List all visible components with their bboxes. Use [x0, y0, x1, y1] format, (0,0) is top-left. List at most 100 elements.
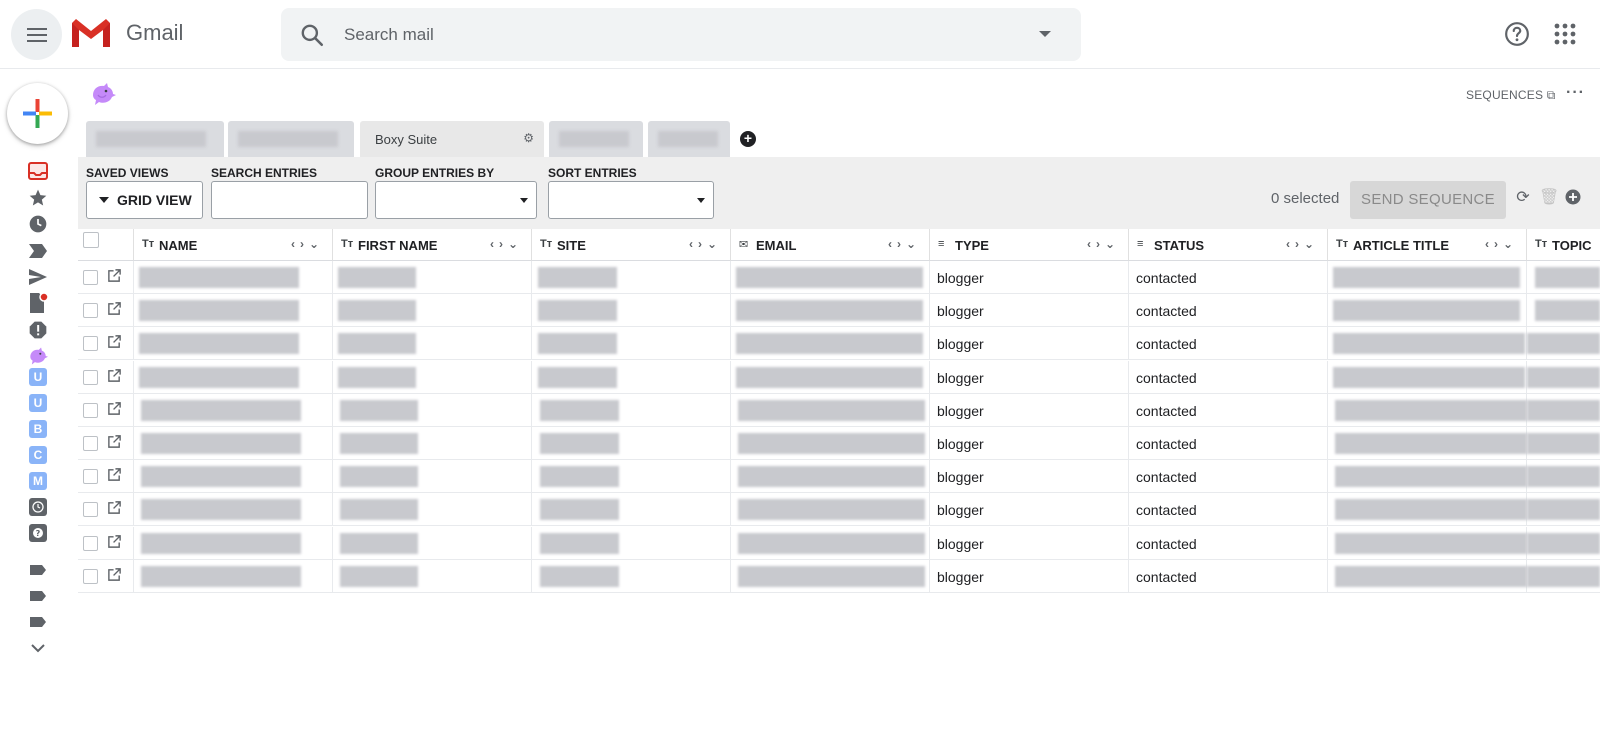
type-cell[interactable]: blogger — [930, 294, 1129, 328]
topic-cell[interactable] — [1527, 261, 1600, 294]
gear-icon[interactable]: ⚙ — [523, 131, 534, 145]
sort-entries-select[interactable] — [548, 181, 714, 219]
column-header-article-title[interactable]: Tт ARTICLE TITLE ‹›⌄ — [1328, 229, 1527, 261]
search-options-icon[interactable] — [1039, 31, 1051, 37]
open-entry-icon[interactable] — [107, 534, 122, 549]
topic-cell[interactable] — [1527, 294, 1600, 327]
add-column-icon[interactable] — [1564, 189, 1582, 207]
topic-cell[interactable] — [1527, 460, 1600, 493]
first-name-cell[interactable] — [333, 493, 532, 527]
status-cell[interactable]: contacted — [1129, 526, 1328, 560]
type-cell[interactable]: blogger — [930, 261, 1129, 294]
first-name-cell[interactable] — [333, 261, 532, 294]
first-name-cell[interactable] — [333, 294, 532, 328]
label-question-icon[interactable]: ? — [29, 524, 47, 542]
name-cell[interactable] — [134, 526, 333, 560]
row-checkbox[interactable] — [83, 369, 98, 385]
name-cell[interactable] — [134, 261, 333, 294]
status-cell[interactable]: contacted — [1129, 460, 1328, 494]
email-cell[interactable] — [731, 261, 930, 294]
first-name-cell[interactable] — [333, 559, 532, 593]
label-tag-icon[interactable] — [27, 611, 49, 633]
column-controls-icon[interactable]: ‹›⌄ — [1087, 237, 1120, 251]
first-name-cell[interactable] — [333, 526, 532, 560]
send-sequence-button[interactable]: SEND SEQUENCE — [1350, 181, 1506, 219]
column-controls-icon[interactable]: ‹›⌄ — [888, 237, 921, 251]
article-title-cell[interactable] — [1328, 559, 1527, 593]
table-row[interactable]: blogger contacted — [78, 294, 1600, 328]
label-b-icon[interactable]: B — [29, 420, 47, 438]
open-entry-icon[interactable] — [107, 434, 122, 449]
table-row[interactable]: blogger contacted — [78, 559, 1600, 593]
topic-cell[interactable] — [1527, 427, 1600, 460]
open-entry-icon[interactable] — [107, 467, 122, 482]
type-cell[interactable]: blogger — [930, 460, 1129, 494]
label-c-icon[interactable]: C — [29, 446, 47, 464]
label-tag-icon[interactable] — [27, 559, 49, 581]
name-cell[interactable] — [134, 360, 333, 394]
column-header-email[interactable]: ✉ EMAIL ‹›⌄ — [731, 229, 930, 261]
saved-views-dropdown[interactable]: GRID VIEW — [86, 181, 203, 219]
column-header-first-name[interactable]: Tт FIRST NAME ‹›⌄ — [333, 229, 532, 261]
pipeline-tab-boxy-suite[interactable]: Boxy Suite ⚙ — [360, 121, 544, 157]
column-controls-icon[interactable]: ‹›⌄ — [291, 237, 324, 251]
column-header-name[interactable]: Tт NAME ‹›⌄ — [134, 229, 333, 261]
apps-grid-icon[interactable] — [1554, 23, 1576, 45]
topic-cell[interactable] — [1527, 493, 1600, 526]
pipeline-tab[interactable] — [86, 121, 224, 157]
sequences-link[interactable]: SEQUENCES ⧉ — [1466, 88, 1555, 103]
label-u-icon[interactable]: U — [29, 368, 47, 386]
topic-cell[interactable] — [1527, 527, 1600, 560]
article-title-cell[interactable] — [1328, 460, 1527, 494]
site-cell[interactable] — [532, 294, 731, 328]
column-controls-icon[interactable]: ‹›⌄ — [689, 237, 722, 251]
site-cell[interactable] — [532, 427, 731, 460]
topic-cell[interactable] — [1527, 327, 1600, 360]
type-cell[interactable]: blogger — [930, 360, 1129, 394]
column-header-topic[interactable]: Tт TOPIC — [1527, 229, 1600, 261]
select-all-checkbox[interactable] — [83, 232, 99, 248]
name-cell[interactable] — [134, 460, 333, 494]
snoozed-icon[interactable] — [27, 213, 49, 235]
row-checkbox[interactable] — [83, 402, 98, 418]
column-header-status[interactable]: ≡ STATUS ‹›⌄ — [1129, 229, 1328, 261]
main-menu-button[interactable] — [11, 9, 62, 60]
open-entry-icon[interactable] — [107, 301, 122, 316]
first-name-cell[interactable] — [333, 327, 532, 361]
open-entry-icon[interactable] — [107, 334, 122, 349]
pipeline-tab[interactable] — [549, 121, 643, 157]
type-cell[interactable]: blogger — [930, 327, 1129, 361]
status-cell[interactable]: contacted — [1129, 360, 1328, 394]
row-checkbox[interactable] — [83, 535, 98, 551]
label-clock-icon[interactable] — [29, 498, 47, 516]
article-title-cell[interactable] — [1328, 294, 1527, 328]
expand-more-icon[interactable] — [27, 637, 49, 659]
site-cell[interactable] — [532, 393, 731, 427]
search-input[interactable]: Search mail — [344, 25, 434, 45]
row-checkbox[interactable] — [83, 303, 98, 319]
first-name-cell[interactable] — [333, 427, 532, 460]
open-entry-icon[interactable] — [107, 567, 122, 582]
gmail-logo-icon[interactable] — [70, 17, 112, 49]
article-title-cell[interactable] — [1328, 360, 1527, 394]
column-controls-icon[interactable]: ‹›⌄ — [490, 237, 523, 251]
row-checkbox[interactable] — [83, 568, 98, 584]
name-cell[interactable] — [134, 559, 333, 593]
email-cell[interactable] — [731, 526, 930, 560]
bird-label-icon[interactable] — [27, 345, 49, 367]
open-entry-icon[interactable] — [107, 500, 122, 515]
topic-cell[interactable] — [1527, 361, 1600, 394]
email-cell[interactable] — [731, 427, 930, 460]
delete-icon[interactable]: 🗑 — [1539, 189, 1559, 207]
status-cell[interactable]: contacted — [1129, 393, 1328, 427]
article-title-cell[interactable] — [1328, 427, 1527, 460]
status-cell[interactable]: contacted — [1129, 294, 1328, 328]
table-row[interactable]: blogger contacted — [78, 427, 1600, 460]
type-cell[interactable]: blogger — [930, 393, 1129, 427]
first-name-cell[interactable] — [333, 393, 532, 427]
spam-icon[interactable] — [27, 319, 49, 341]
site-cell[interactable] — [532, 493, 731, 527]
compose-button[interactable] — [7, 83, 68, 144]
name-cell[interactable] — [134, 294, 333, 328]
important-icon[interactable] — [27, 240, 49, 262]
